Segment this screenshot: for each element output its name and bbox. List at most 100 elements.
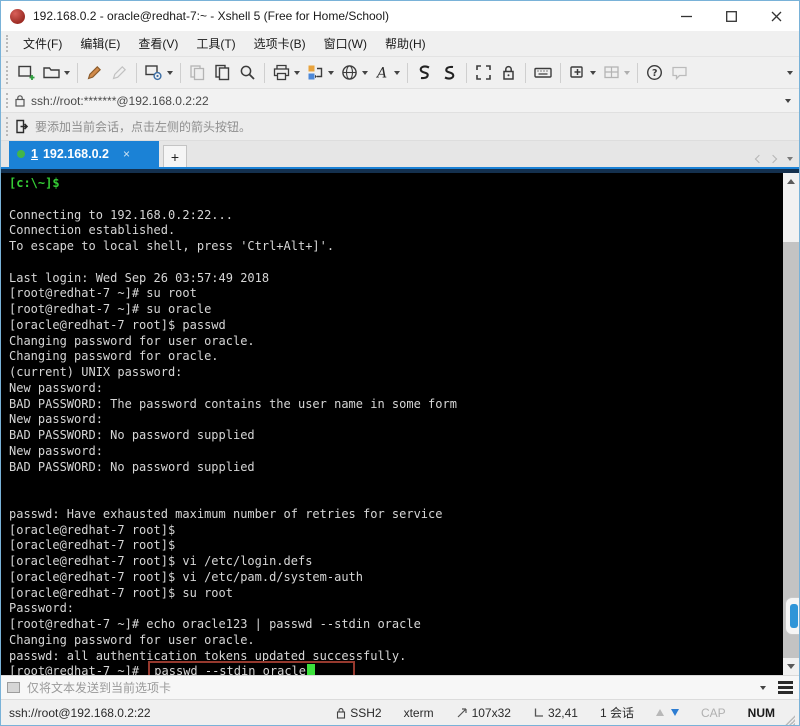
toolbar-overflow-caret[interactable]	[787, 71, 793, 75]
new-tab-button[interactable]: +	[163, 145, 187, 167]
terminal-line: [root@redhat-7 ~]# su oracle	[9, 302, 783, 318]
layout-disabled-caret	[624, 71, 630, 75]
window-resize-grip[interactable]	[785, 715, 795, 725]
status-terminal-size: 107x32	[456, 706, 511, 720]
font-caret[interactable]	[394, 71, 400, 75]
address-bar[interactable]: ssh://root:*******@192.168.0.2:22	[1, 89, 799, 113]
find-icon[interactable]	[235, 60, 260, 86]
address-url[interactable]: ssh://root:*******@192.168.0.2:22	[31, 94, 209, 108]
terminal-last-line: [root@redhat-7 ~]# passwd --stdin oracle	[9, 664, 783, 675]
new-session-icon[interactable]	[14, 60, 39, 86]
tab-label: 192.168.0.2	[43, 147, 109, 161]
menu-window[interactable]: 窗口(W)	[315, 31, 376, 57]
fullscreen-icon[interactable]	[471, 60, 496, 86]
open-url-caret[interactable]	[362, 71, 368, 75]
scrollbar-thumb[interactable]	[783, 190, 799, 242]
font-icon[interactable]: A	[371, 60, 403, 86]
terminal-cursor	[307, 664, 315, 675]
menubar-grip	[6, 35, 11, 52]
xftp-transfer-icon[interactable]	[437, 60, 462, 86]
terminal-area[interactable]: [c:\~]$ Connecting to 192.168.0.2:22... …	[1, 173, 799, 675]
virtual-keyboard-icon[interactable]	[530, 60, 556, 86]
xagent-icon[interactable]	[412, 60, 437, 86]
menu-tools[interactable]: 工具(T)	[187, 31, 244, 57]
copy-icon[interactable]	[210, 60, 235, 86]
status-size-icon	[456, 707, 468, 719]
new-terminal-window-icon[interactable]	[565, 60, 599, 86]
status-cursor-position: 32,41	[533, 706, 578, 720]
duplicate-disabled-icon	[185, 60, 210, 86]
menu-edit[interactable]: 编辑(E)	[71, 31, 129, 57]
status-protocol: SSH2	[336, 706, 381, 720]
help-icon[interactable]: ?	[642, 60, 667, 86]
terminal-line: BAD PASSWORD: No password supplied	[9, 460, 783, 476]
open-sessions-icon[interactable]	[39, 60, 73, 86]
send-bar-caret[interactable]	[760, 686, 766, 690]
tab-scroll-right-icon[interactable]	[769, 155, 777, 163]
status-url: ssh://root@192.168.0.2:22	[9, 706, 151, 720]
minimize-button[interactable]	[664, 1, 709, 31]
svg-text:A: A	[375, 66, 387, 82]
terminal-line: [oracle@redhat-7 root]$ vi /etc/login.de…	[9, 554, 783, 570]
open-url-globe-icon[interactable]	[337, 60, 371, 86]
new-terminal-window-caret[interactable]	[590, 71, 596, 75]
menu-view[interactable]: 查看(V)	[129, 31, 187, 57]
terminal-line: [oracle@redhat-7 root]$ passwd	[9, 318, 783, 334]
terminal-line: BAD PASSWORD: No password supplied	[9, 428, 783, 444]
terminal-line: (current) UNIX password:	[9, 365, 783, 381]
terminal-line: passwd: Have exhausted maximum number of…	[9, 507, 783, 523]
terminal-line: New password:	[9, 412, 783, 428]
toolbar: A ?	[1, 57, 799, 89]
xshell-window: 192.168.0.2 - oracle@redhat-7:~ - Xshell…	[0, 0, 800, 726]
print-icon[interactable]	[269, 60, 303, 86]
maximize-button[interactable]	[709, 1, 754, 31]
address-lock-icon	[14, 94, 26, 107]
menu-help[interactable]: 帮助(H)	[376, 31, 435, 57]
menu-bar: 文件(F) 编辑(E) 查看(V) 工具(T) 选项卡(B) 窗口(W) 帮助(…	[1, 31, 799, 57]
scrollbar-up-icon[interactable]	[783, 173, 799, 190]
terminal-line: Connecting to 192.168.0.2:22...	[9, 208, 783, 224]
lock-screen-icon[interactable]	[496, 60, 521, 86]
status-position-icon	[533, 707, 544, 718]
terminal-line: BAD PASSWORD: The password contains the …	[9, 397, 783, 413]
terminal-line: passwd: all authentication tokens update…	[9, 649, 783, 665]
color-scheme-icon[interactable]	[303, 60, 337, 86]
terminal-line: [oracle@redhat-7 root]$	[9, 538, 783, 554]
color-scheme-caret[interactable]	[328, 71, 334, 75]
menu-file[interactable]: 文件(F)	[14, 31, 71, 57]
status-session-count[interactable]: 1 会话	[600, 704, 634, 721]
session-properties-icon[interactable]	[141, 60, 176, 86]
status-bar: ssh://root@192.168.0.2:22 SSH2 xterm 107…	[1, 699, 799, 725]
print-caret[interactable]	[294, 71, 300, 75]
session-properties-caret[interactable]	[167, 71, 173, 75]
download-arrow-icon	[671, 709, 679, 716]
addressbar-grip	[6, 93, 11, 108]
scroll-float-button[interactable]	[785, 597, 799, 635]
address-dropdown-caret[interactable]	[785, 99, 791, 103]
tab-list-caret[interactable]	[787, 157, 793, 161]
session-tab[interactable]: 1 192.168.0.2 ×	[9, 141, 159, 167]
edit-session-icon[interactable]	[82, 60, 107, 86]
tab-scroll-left-icon[interactable]	[755, 155, 763, 163]
status-num-lock: NUM	[748, 706, 775, 720]
terminal-line: [c:\~]$	[9, 176, 783, 192]
scrollbar-down-icon[interactable]	[783, 658, 799, 675]
status-lock-icon	[336, 707, 346, 719]
tab-bar: 1 192.168.0.2 × +	[1, 141, 799, 169]
add-session-arrow-icon[interactable]	[14, 119, 29, 134]
status-terminal-type: xterm	[404, 706, 434, 720]
terminal-line: Last login: Wed Sep 26 03:57:49 2018	[9, 271, 783, 287]
tab-close-icon[interactable]: ×	[123, 147, 130, 161]
send-bar-menu-icon[interactable]	[778, 681, 793, 694]
xshell-app-icon	[10, 9, 25, 24]
terminal-line	[9, 475, 783, 491]
menu-tab[interactable]: 选项卡(B)	[245, 31, 315, 57]
close-button[interactable]	[754, 1, 799, 31]
terminal-command: passwd --stdin oracle	[154, 664, 306, 675]
send-bar-text[interactable]: 仅将文本发送到当前选项卡	[27, 679, 171, 696]
toolbar-grip	[6, 61, 11, 84]
send-mode-icon	[7, 682, 20, 693]
terminal-line: Changing password for oracle.	[9, 349, 783, 365]
open-sessions-caret[interactable]	[64, 71, 70, 75]
terminal-line: [root@redhat-7 ~]# su root	[9, 286, 783, 302]
